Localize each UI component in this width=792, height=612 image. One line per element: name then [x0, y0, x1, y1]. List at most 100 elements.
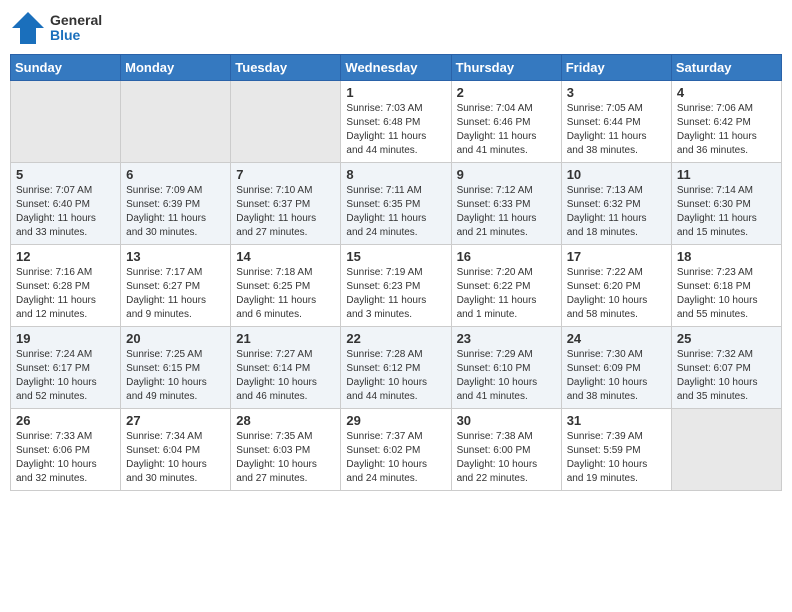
calendar-header-row: SundayMondayTuesdayWednesdayThursdayFrid…: [11, 55, 782, 81]
day-info: Sunrise: 7:11 AM Sunset: 6:35 PM Dayligh…: [346, 184, 445, 240]
day-number: 16: [457, 249, 556, 264]
calendar-day-19: 19 Sunrise: 7:24 AM Sunset: 6:17 PM Dayli…: [11, 327, 121, 409]
day-header-tuesday: Tuesday: [231, 55, 341, 81]
day-number: 4: [677, 85, 776, 100]
header: GeneralBlue: [10, 10, 782, 46]
calendar-day-22: 22 Sunrise: 7:28 AM Sunset: 6:12 PM Dayli…: [341, 327, 451, 409]
day-number: 8: [346, 167, 445, 182]
day-header-saturday: Saturday: [671, 55, 781, 81]
day-info: Sunrise: 7:12 AM Sunset: 6:33 PM Dayligh…: [457, 184, 556, 240]
calendar-empty-cell: [671, 409, 781, 491]
logo-blue-text: Blue: [50, 28, 102, 43]
day-info: Sunrise: 7:30 AM Sunset: 6:09 PM Dayligh…: [567, 348, 666, 404]
day-header-thursday: Thursday: [451, 55, 561, 81]
day-number: 1: [346, 85, 445, 100]
day-info: Sunrise: 7:05 AM Sunset: 6:44 PM Dayligh…: [567, 102, 666, 158]
calendar-day-13: 13 Sunrise: 7:17 AM Sunset: 6:27 PM Dayli…: [121, 245, 231, 327]
calendar-day-27: 27Sunrise: 7:34 AM Sunset: 6:04 PM Dayli…: [121, 409, 231, 491]
calendar-day-8: 8 Sunrise: 7:11 AM Sunset: 6:35 PM Daylig…: [341, 163, 451, 245]
page: GeneralBlue SundayMondayTuesdayWednesday…: [0, 0, 792, 501]
calendar-day-6: 6Sunrise: 7:09 AM Sunset: 6:39 PM Daylig…: [121, 163, 231, 245]
day-number: 12: [16, 249, 115, 264]
day-number: 11: [677, 167, 776, 182]
calendar-week-row: 26 Sunrise: 7:33 AM Sunset: 6:06 PM Dayli…: [11, 409, 782, 491]
calendar-day-4: 4 Sunrise: 7:06 AM Sunset: 6:42 PM Daylig…: [671, 81, 781, 163]
calendar-day-1: 1 Sunrise: 7:03 AM Sunset: 6:48 PM Daylig…: [341, 81, 451, 163]
day-info: Sunrise: 7:33 AM Sunset: 6:06 PM Dayligh…: [16, 430, 115, 486]
calendar-week-row: 1 Sunrise: 7:03 AM Sunset: 6:48 PM Daylig…: [11, 81, 782, 163]
calendar-day-10: 10Sunrise: 7:13 AM Sunset: 6:32 PM Dayli…: [561, 163, 671, 245]
day-number: 2: [457, 85, 556, 100]
day-number: 15: [346, 249, 445, 264]
calendar-day-23: 23 Sunrise: 7:29 AM Sunset: 6:10 PM Dayli…: [451, 327, 561, 409]
day-info: Sunrise: 7:34 AM Sunset: 6:04 PM Dayligh…: [126, 430, 225, 486]
day-number: 20: [126, 331, 225, 346]
logo-text-block: GeneralBlue: [50, 13, 102, 44]
calendar-day-29: 29Sunrise: 7:37 AM Sunset: 6:02 PM Dayli…: [341, 409, 451, 491]
day-number: 14: [236, 249, 335, 264]
calendar: SundayMondayTuesdayWednesdayThursdayFrid…: [10, 54, 782, 491]
day-number: 17: [567, 249, 666, 264]
day-number: 31: [567, 413, 666, 428]
calendar-day-2: 2 Sunrise: 7:04 AM Sunset: 6:46 PM Daylig…: [451, 81, 561, 163]
day-number: 9: [457, 167, 556, 182]
day-number: 3: [567, 85, 666, 100]
day-number: 13: [126, 249, 225, 264]
day-number: 26: [16, 413, 115, 428]
day-info: Sunrise: 7:38 AM Sunset: 6:00 PM Dayligh…: [457, 430, 556, 486]
day-info: Sunrise: 7:14 AM Sunset: 6:30 PM Dayligh…: [677, 184, 776, 240]
day-number: 22: [346, 331, 445, 346]
day-info: Sunrise: 7:24 AM Sunset: 6:17 PM Dayligh…: [16, 348, 115, 404]
day-number: 10: [567, 167, 666, 182]
calendar-day-5: 5 Sunrise: 7:07 AM Sunset: 6:40 PM Daylig…: [11, 163, 121, 245]
day-number: 30: [457, 413, 556, 428]
day-info: Sunrise: 7:27 AM Sunset: 6:14 PM Dayligh…: [236, 348, 335, 404]
calendar-day-18: 18Sunrise: 7:23 AM Sunset: 6:18 PM Dayli…: [671, 245, 781, 327]
day-number: 25: [677, 331, 776, 346]
calendar-day-17: 17 Sunrise: 7:22 AM Sunset: 6:20 PM Dayli…: [561, 245, 671, 327]
calendar-day-31: 31 Sunrise: 7:39 AM Sunset: 5:59 PM Dayli…: [561, 409, 671, 491]
calendar-day-15: 15 Sunrise: 7:19 AM Sunset: 6:23 PM Dayli…: [341, 245, 451, 327]
calendar-day-30: 30 Sunrise: 7:38 AM Sunset: 6:00 PM Dayli…: [451, 409, 561, 491]
day-header-sunday: Sunday: [11, 55, 121, 81]
calendar-day-28: 28 Sunrise: 7:35 AM Sunset: 6:03 PM Dayli…: [231, 409, 341, 491]
calendar-week-row: 19 Sunrise: 7:24 AM Sunset: 6:17 PM Dayli…: [11, 327, 782, 409]
calendar-day-7: 7 Sunrise: 7:10 AM Sunset: 6:37 PM Daylig…: [231, 163, 341, 245]
day-info: Sunrise: 7:23 AM Sunset: 6:18 PM Dayligh…: [677, 266, 776, 322]
day-number: 21: [236, 331, 335, 346]
day-info: Sunrise: 7:22 AM Sunset: 6:20 PM Dayligh…: [567, 266, 666, 322]
calendar-day-9: 9 Sunrise: 7:12 AM Sunset: 6:33 PM Daylig…: [451, 163, 561, 245]
day-number: 24: [567, 331, 666, 346]
day-header-friday: Friday: [561, 55, 671, 81]
day-info: Sunrise: 7:32 AM Sunset: 6:07 PM Dayligh…: [677, 348, 776, 404]
logo-svg: [10, 10, 46, 46]
day-info: Sunrise: 7:35 AM Sunset: 6:03 PM Dayligh…: [236, 430, 335, 486]
day-info: Sunrise: 7:07 AM Sunset: 6:40 PM Dayligh…: [16, 184, 115, 240]
day-info: Sunrise: 7:39 AM Sunset: 5:59 PM Dayligh…: [567, 430, 666, 486]
logo-general-text: General: [50, 13, 102, 28]
day-info: Sunrise: 7:17 AM Sunset: 6:27 PM Dayligh…: [126, 266, 225, 322]
day-info: Sunrise: 7:28 AM Sunset: 6:12 PM Dayligh…: [346, 348, 445, 404]
day-number: 5: [16, 167, 115, 182]
day-number: 19: [16, 331, 115, 346]
day-info: Sunrise: 7:37 AM Sunset: 6:02 PM Dayligh…: [346, 430, 445, 486]
calendar-day-12: 12 Sunrise: 7:16 AM Sunset: 6:28 PM Dayli…: [11, 245, 121, 327]
calendar-day-3: 3 Sunrise: 7:05 AM Sunset: 6:44 PM Daylig…: [561, 81, 671, 163]
calendar-empty-cell: [231, 81, 341, 163]
calendar-day-20: 20 Sunrise: 7:25 AM Sunset: 6:15 PM Dayli…: [121, 327, 231, 409]
calendar-empty-cell: [11, 81, 121, 163]
day-info: Sunrise: 7:18 AM Sunset: 6:25 PM Dayligh…: [236, 266, 335, 322]
day-info: Sunrise: 7:16 AM Sunset: 6:28 PM Dayligh…: [16, 266, 115, 322]
day-number: 23: [457, 331, 556, 346]
calendar-day-24: 24 Sunrise: 7:30 AM Sunset: 6:09 PM Dayli…: [561, 327, 671, 409]
day-info: Sunrise: 7:03 AM Sunset: 6:48 PM Dayligh…: [346, 102, 445, 158]
day-info: Sunrise: 7:29 AM Sunset: 6:10 PM Dayligh…: [457, 348, 556, 404]
day-info: Sunrise: 7:19 AM Sunset: 6:23 PM Dayligh…: [346, 266, 445, 322]
day-number: 7: [236, 167, 335, 182]
day-info: Sunrise: 7:10 AM Sunset: 6:37 PM Dayligh…: [236, 184, 335, 240]
calendar-week-row: 12 Sunrise: 7:16 AM Sunset: 6:28 PM Dayli…: [11, 245, 782, 327]
day-info: Sunrise: 7:25 AM Sunset: 6:15 PM Dayligh…: [126, 348, 225, 404]
day-info: Sunrise: 7:04 AM Sunset: 6:46 PM Dayligh…: [457, 102, 556, 158]
day-number: 28: [236, 413, 335, 428]
day-info: Sunrise: 7:06 AM Sunset: 6:42 PM Dayligh…: [677, 102, 776, 158]
